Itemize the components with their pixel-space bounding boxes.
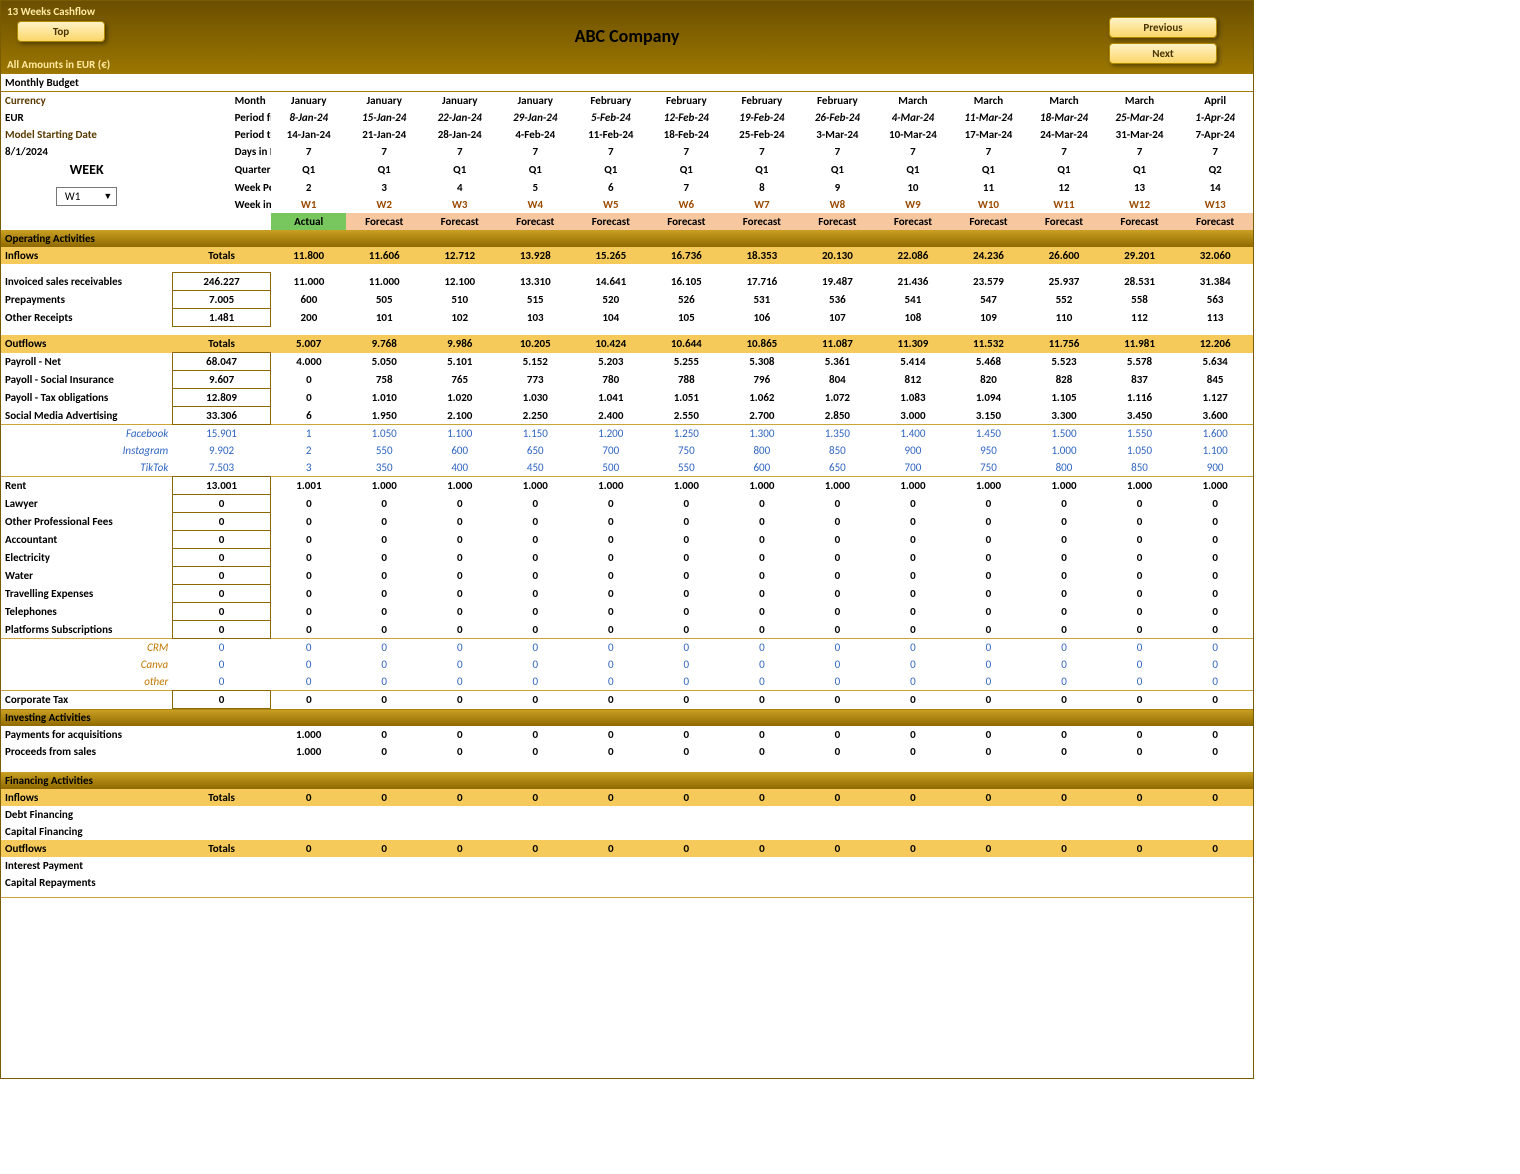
row-interest: Interest Payment <box>1 857 1253 874</box>
row-inflows: InflowsTotals 11.80011.60612.71213.92815… <box>1 247 1253 264</box>
next-button[interactable]: Next <box>1109 43 1217 64</box>
row-tel: Telephones00000000000000 <box>1 603 1253 621</box>
eur-label: EUR <box>1 109 172 126</box>
currency-label: Currency <box>1 92 172 110</box>
row-opf: Other Professional Fees00000000000000 <box>1 513 1253 531</box>
sheet-title: 13 Weeks Cashflow <box>7 5 95 18</box>
row-water: Water00000000000000 <box>1 567 1253 585</box>
row-period-from: EUR Period from 8-Jan-2415-Jan-2422-Jan-… <box>1 109 1253 126</box>
main-grid: Monthly Budget Currency Month JanuaryJan… <box>1 73 1253 898</box>
row-social-ins: Payoll - Social Insurance9.6070758765773… <box>1 371 1253 389</box>
row-acct: Accountant00000000000000 <box>1 531 1253 549</box>
row-period-to: Model Starting Date Period to 14-Jan-242… <box>1 126 1253 143</box>
row-elec: Electricity00000000000000 <box>1 549 1253 567</box>
row-tiktok: TikTok7.50333504004505005506006507007508… <box>1 459 1253 477</box>
row-lawyer: Lawyer00000000000000 <box>1 495 1253 513</box>
row-plat: Platforms Subscriptions00000000000000 <box>1 621 1253 639</box>
row-other-receipts: Other Receipts1.481200101102103104105106… <box>1 309 1253 327</box>
model-start-date-value: 8/1/2024 <box>1 143 172 160</box>
bottom-padding <box>1 898 1253 1078</box>
company-name: ABC Company <box>1 25 1253 47</box>
row-tax-obl: Payoll - Tax obligations12.80901.0101.02… <box>1 389 1253 407</box>
row-cap: Capital Financing <box>1 823 1253 840</box>
week-dropdown[interactable]: W1 <box>56 187 117 206</box>
financing-activities-header: Financing Activities <box>1 772 1253 789</box>
row-payroll: Payroll - Net68.0474.0005.0505.1015.1525… <box>1 353 1253 371</box>
amounts-note: All Amounts in EUR (€) <box>7 58 110 71</box>
actual-badge: Actual <box>271 213 347 230</box>
row-psale: Proceeds from sales1.000000000000000 <box>1 743 1253 760</box>
row-week-period: W1 Week Perio 234567891011121314 <box>1 179 1253 196</box>
row-week-model: Week in Mo W1W2W3W4W5W6W7W8W9W10W11W12W1… <box>1 196 1253 213</box>
row-debt: Debt Financing <box>1 806 1253 823</box>
row-fin-inflows: InflowsTotals0000000000000 <box>1 789 1253 806</box>
row-rent: Rent13.0011.0011.0001.0001.0001.0001.000… <box>1 477 1253 495</box>
month-label: Month <box>231 92 271 110</box>
row-fin-outflows: OutflowsTotals0000000000000 <box>1 840 1253 857</box>
row-month: Currency Month JanuaryJanuaryJanuaryJanu… <box>1 92 1253 110</box>
row-outflows: OutflowsTotals5.0079.7689.98610.20510.42… <box>1 335 1253 353</box>
row-corp-tax: Corporate Tax00000000000000 <box>1 691 1253 709</box>
operating-activities-header: Operating Activities <box>1 230 1253 247</box>
row-facebook: Facebook15.90111.0501.1001.1501.2001.250… <box>1 425 1253 443</box>
row-sma: Social Media Advertising33.30661.9502.10… <box>1 407 1253 425</box>
row-repay: Capital Repayments <box>1 874 1253 891</box>
spreadsheet-app: 13 Weeks Cashflow Top ABC Company Previo… <box>0 0 1254 1079</box>
week-label: WEEK <box>1 160 172 179</box>
previous-button[interactable]: Previous <box>1109 17 1217 38</box>
row-prepay: Prepayments7.005600505510515520526531536… <box>1 291 1253 309</box>
row-instagram: Instagram9.90225506006507007508008509009… <box>1 442 1253 459</box>
top-bar: 13 Weeks Cashflow Top ABC Company Previo… <box>1 1 1253 73</box>
row-quarter: WEEK Quarter Q1Q1Q1Q1Q1Q1Q1Q1Q1Q1Q1Q1Q2 <box>1 160 1253 179</box>
row-invoiced: Invoiced sales receivables246.22711.0001… <box>1 273 1253 291</box>
model-start-date-label: Model Starting Date <box>1 126 172 143</box>
row-travel: Travelling Expenses00000000000000 <box>1 585 1253 603</box>
row-actual-forecast: Actual ForecastForecastForecastForecastF… <box>1 213 1253 230</box>
investing-activities-header: Investing Activities <box>1 709 1253 727</box>
row-canva: Canva00000000000000 <box>1 656 1253 673</box>
row-pacq: Payments for acquisitions1.0000000000000… <box>1 726 1253 743</box>
row-other-sub: other00000000000000 <box>1 673 1253 691</box>
row-crm: CRM00000000000000 <box>1 639 1253 657</box>
monthly-budget-label: Monthly Budget <box>1 74 1253 92</box>
row-days: 8/1/2024 Days in Perio 7777777777777 <box>1 143 1253 160</box>
